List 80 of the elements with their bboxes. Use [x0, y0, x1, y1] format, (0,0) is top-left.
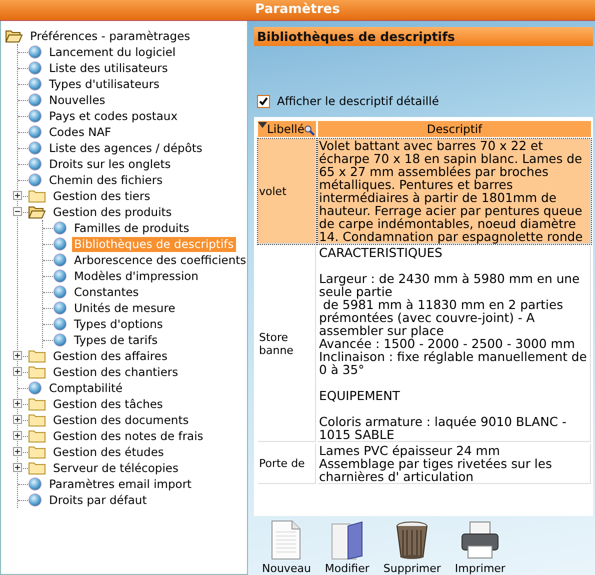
tree-item[interactable]: Types de tarifs: [72, 332, 160, 348]
ball-icon: [53, 253, 67, 267]
search-icon: [304, 125, 316, 136]
expander-icon[interactable]: [13, 415, 22, 424]
tree-item[interactable]: Constantes: [72, 284, 141, 300]
expander-icon[interactable]: [13, 207, 22, 216]
ball-icon: [53, 237, 67, 251]
toolbar-button[interactable]: Modifier: [324, 520, 370, 575]
tree-item[interactable]: Gestion des affaires: [51, 348, 170, 364]
ball-icon: [53, 285, 67, 299]
tree-item[interactable]: Gestion des tiers: [51, 188, 152, 204]
ball-icon: [28, 45, 42, 59]
tree-item[interactable]: Lancement du logiciel: [47, 44, 178, 60]
tree-item[interactable]: Gestion des notes de frais: [51, 428, 206, 444]
printer-icon: [460, 520, 500, 560]
ball-icon: [53, 333, 67, 347]
expander-icon[interactable]: [13, 463, 22, 472]
ball-icon: [53, 221, 67, 235]
table-cell: Porte de: [258, 444, 316, 484]
column-header[interactable]: Descriptif: [318, 121, 591, 137]
ball-icon: [28, 493, 42, 507]
tree-item[interactable]: Codes NAF: [47, 124, 114, 140]
ball-icon: [28, 381, 42, 395]
checkbox-label: Afficher le descriptif détaillé: [277, 94, 439, 108]
document-icon: [270, 520, 302, 560]
toolbar-button[interactable]: Imprimer: [454, 520, 506, 575]
window-title: Paramètres: [0, 0, 595, 21]
tree-item[interactable]: Nouvelles: [47, 92, 108, 108]
tree-item[interactable]: Préférences - paramètrages: [28, 28, 192, 44]
expander-icon[interactable]: [13, 431, 22, 440]
wastebasket-icon: [395, 520, 430, 560]
expander-icon[interactable]: [13, 367, 22, 376]
table-cell: Lames PVC épaisseur 24 mm Assemblage par tiges rivetées sur les charnières d' articulation: [318, 444, 591, 484]
sort-icon: [258, 122, 267, 128]
ball-icon: [53, 301, 67, 315]
ball-icon: [28, 173, 42, 187]
tree-item[interactable]: Modèles d'impression: [72, 268, 200, 284]
tree-item[interactable]: Gestion des chantiers: [51, 364, 180, 380]
tree-item[interactable]: Types d'options: [72, 316, 165, 332]
tree-item[interactable]: Comptabilité: [47, 380, 125, 396]
tree-item[interactable]: Liste des agences / dépôts: [47, 140, 204, 156]
toolbar-button[interactable]: Nouveau: [262, 520, 311, 575]
ball-icon: [28, 125, 42, 139]
ball-icon: [28, 109, 42, 123]
panel-title: Bibliothèques de descriptifs: [254, 27, 593, 46]
tree-item[interactable]: Familles de produits: [72, 220, 192, 236]
table-cell: CARACTERISTIQUES Largeur : de 2430 mm à 5980 mm en une seule partie de 5981 mm à 11830 mm en 2 parties prémontées (avec couvre-joint) - A assembler sur place Avancée : 1500 - 2000 - 2500 - 3000 mm Inclinaison : fixe réglable manuellement de 0 à 35° EQUIPEMENT Coloris armature : laquée 9010 BLANC - 1015 SABLE: [318, 246, 591, 442]
tree-item[interactable]: Gestion des études: [51, 444, 166, 460]
ball-icon: [28, 93, 42, 107]
tree-item[interactable]: Arborescence des coefficients: [72, 252, 248, 268]
tree-item[interactable]: Unités de mesure: [72, 300, 178, 316]
column-header[interactable]: Libellé: [258, 121, 316, 137]
table-cell: volet: [258, 139, 316, 244]
tree-item[interactable]: Chemin des fichiers: [47, 172, 165, 188]
table-cell: Volet battant avec barres 70 x 22 et écharpe 70 x 18 en sapin blanc. Lames de 65 x 27 mm assemblées par broches métalliques. Pentures et barres intermédiaires à partir de 1801mm de hauteur. Ferrage acier par pentures queue de carpe indémontables, noeud diamètre 14. Condamnation par espagnolette ronde: [318, 139, 591, 244]
tree-item[interactable]: Gestion des produits: [51, 204, 174, 220]
ball-icon: [28, 141, 42, 155]
expander-icon[interactable]: [13, 399, 22, 408]
ball-icon: [28, 77, 42, 91]
expander-icon[interactable]: [13, 351, 22, 360]
tree-item[interactable]: Types d'utilisateurs: [47, 76, 162, 92]
expander-icon[interactable]: [13, 191, 22, 200]
ball-icon: [28, 61, 42, 75]
tree-item[interactable]: Gestion des tâches: [51, 396, 165, 412]
folder-icon: [330, 520, 364, 560]
tree-item[interactable]: Paramètres email import: [47, 476, 194, 492]
table-cell: Store banne: [258, 246, 316, 442]
ball-icon: [53, 317, 67, 331]
toolbar-button[interactable]: Supprimer: [383, 520, 441, 575]
ball-icon: [53, 269, 67, 283]
tree-item[interactable]: Droits par défaut: [47, 492, 149, 508]
tree-item[interactable]: Pays et codes postaux: [47, 108, 180, 124]
ball-icon: [28, 477, 42, 491]
tree-item[interactable]: Liste des utilisateurs: [47, 60, 170, 76]
tree-item[interactable]: Gestion des documents: [51, 412, 191, 428]
tree-item[interactable]: Serveur de télécopies: [51, 460, 180, 476]
ball-icon: [28, 157, 42, 171]
tree-item[interactable]: Droits sur les onglets: [47, 156, 173, 172]
expander-icon[interactable]: [13, 447, 22, 456]
checkbox[interactable]: [257, 94, 270, 108]
